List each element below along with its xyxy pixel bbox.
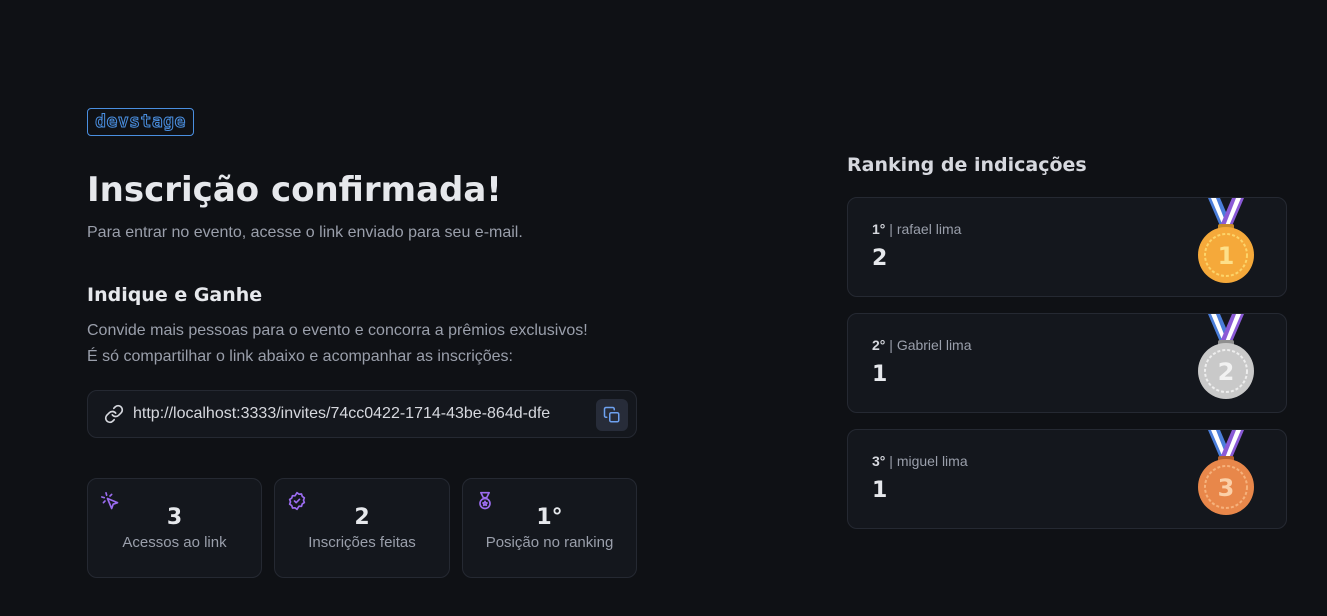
ranking-title: Ranking de indicações	[847, 154, 1087, 176]
ranking-score: 1	[872, 478, 888, 503]
link-icon	[104, 404, 124, 424]
invite-description-line-1: Convide mais pessoas para o evento e con…	[87, 322, 588, 339]
medal-number: 1	[1218, 242, 1235, 270]
page-title: Inscrição confirmada!	[87, 170, 502, 210]
page-subtitle: Para entrar no evento, acesse o link env…	[87, 224, 523, 241]
invite-description: Convide mais pessoas para o evento e con…	[87, 318, 647, 370]
ranking-name: rafael lima	[896, 221, 962, 237]
ranking-entry-header: 1° | rafael lima	[872, 221, 961, 237]
logo-text: devstage	[95, 111, 186, 132]
invite-section-title: Indique e Ganhe	[87, 284, 263, 306]
invite-link-input[interactable]	[133, 405, 589, 423]
ranking-separator: |	[885, 337, 897, 353]
medal-number: 2	[1218, 358, 1235, 386]
ranking-position: 1°	[872, 221, 886, 237]
stat-value: 1°	[536, 505, 563, 530]
ranking-position: 3°	[872, 453, 886, 469]
medal-number: 3	[1218, 474, 1235, 502]
ranking-score: 1	[872, 362, 888, 387]
ranking-entry-2: 2° | Gabriel lima 1 2	[847, 313, 1287, 413]
devstage-logo: devstage	[87, 108, 194, 136]
ranking-name: miguel lima	[896, 453, 968, 469]
stat-label: Posição no ranking	[485, 534, 614, 551]
stat-card-ranking-position: 1° Posição no ranking	[462, 478, 637, 578]
copy-link-button[interactable]	[596, 399, 628, 431]
stat-label: Inscrições feitas	[308, 534, 416, 551]
silver-medal-icon: 2	[1198, 314, 1254, 399]
invite-description-line-2: É só compartilhar o link abaixo e acompa…	[87, 348, 513, 365]
stat-value: 3	[166, 505, 183, 530]
invite-link-box	[87, 390, 637, 438]
stat-card-subscriptions: 2 Inscrições feitas	[274, 478, 450, 578]
ranking-separator: |	[885, 221, 897, 237]
stat-value: 2	[354, 505, 370, 530]
ranking-entry-3: 3° | miguel lima 1 3	[847, 429, 1287, 529]
bronze-medal-icon: 3	[1198, 430, 1254, 515]
ranking-entry-header: 2° | Gabriel lima	[872, 337, 972, 353]
ranking-position: 2°	[872, 337, 886, 353]
gold-medal-icon: 1	[1198, 198, 1254, 283]
ranking-score: 2	[872, 246, 888, 271]
copy-icon	[603, 406, 620, 423]
ranking-entry-header: 3° | miguel lima	[872, 453, 968, 469]
ranking-name: Gabriel lima	[896, 337, 972, 353]
ranking-entry-1: 1° | rafael lima 2 1	[847, 197, 1287, 297]
stat-label: Acessos ao link	[122, 534, 227, 551]
stat-card-link-access: 3 Acessos ao link	[87, 478, 262, 578]
ranking-separator: |	[885, 453, 897, 469]
